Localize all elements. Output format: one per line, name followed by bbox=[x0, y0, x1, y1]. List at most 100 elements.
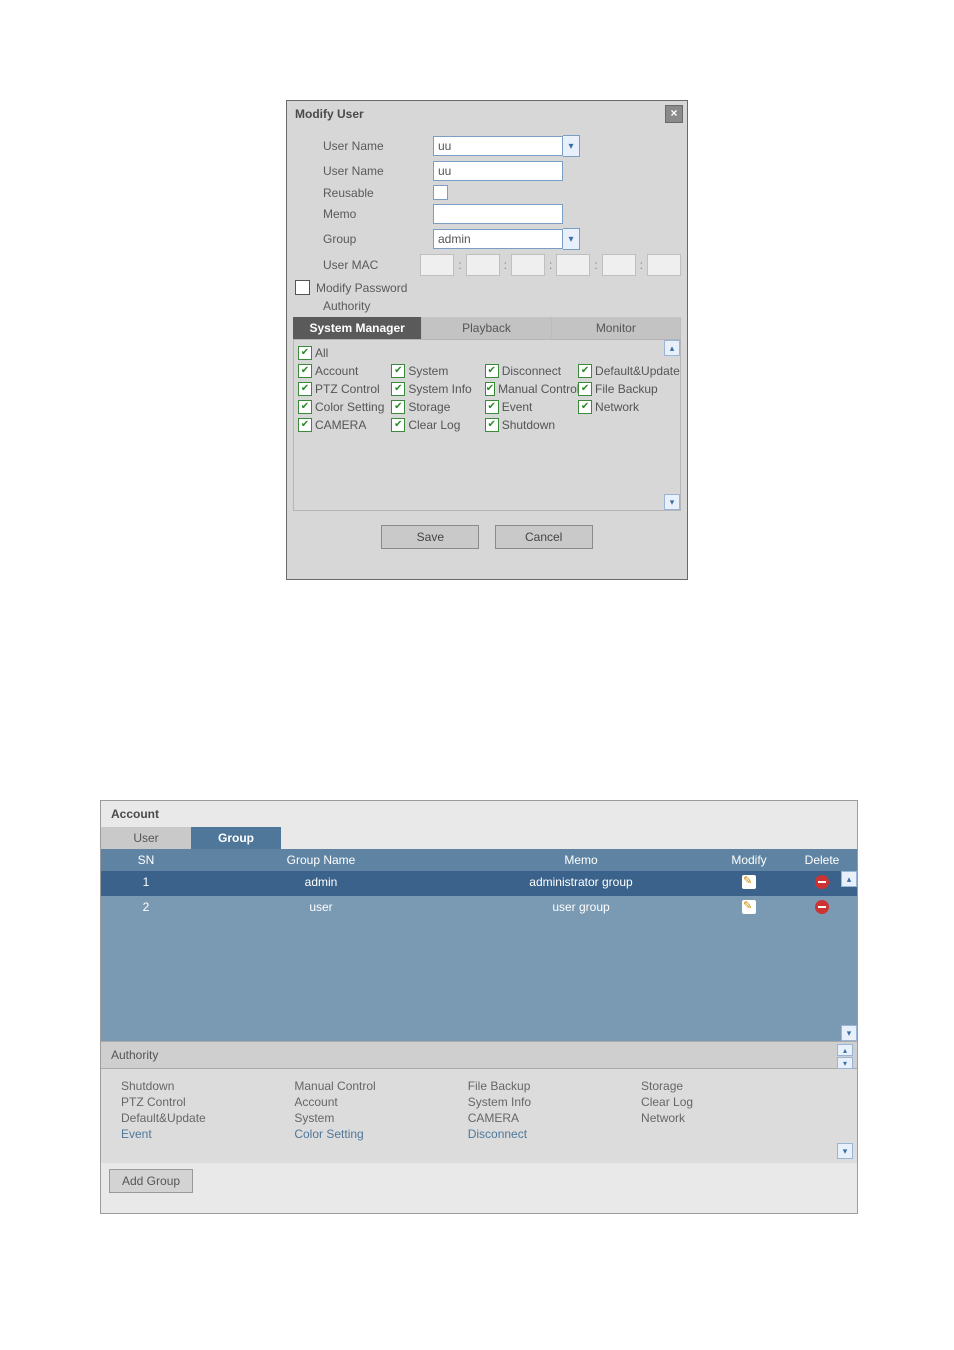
auth-item: Disconnect bbox=[468, 1127, 638, 1141]
account-tabs: User Group bbox=[101, 827, 857, 849]
scroll-down-icon[interactable]: ▾ bbox=[837, 1143, 853, 1159]
mac-octet-2[interactable] bbox=[466, 254, 500, 276]
check-shutdown[interactable]: ✔Shutdown bbox=[485, 418, 575, 432]
label-memo: Memo bbox=[293, 207, 433, 221]
tab-group[interactable]: Group bbox=[191, 827, 281, 849]
check-system-info[interactable]: ✔System Info bbox=[391, 382, 481, 396]
check-system[interactable]: ✔System bbox=[391, 364, 481, 378]
scroll-down-icon[interactable]: ▾ bbox=[837, 1057, 853, 1069]
authority-checklist: ▴ ▾ ✔All ✔Account ✔System ✔Disconnect ✔D… bbox=[293, 339, 681, 511]
user-name-select[interactable] bbox=[433, 136, 563, 156]
scroll-down-icon[interactable]: ▾ bbox=[664, 494, 680, 510]
label-authority: Authority bbox=[293, 299, 433, 313]
authority-header: Authority ▴ ▾ bbox=[101, 1041, 857, 1069]
account-panel: Account User Group SN Group Name Memo Mo… bbox=[100, 800, 858, 1214]
cell-sn: 1 bbox=[101, 871, 191, 896]
label-reusable: Reusable bbox=[293, 186, 433, 200]
authority-tabs: System Manager Playback Monitor bbox=[293, 317, 681, 339]
col-group-name: Group Name bbox=[191, 849, 451, 871]
cancel-button[interactable]: Cancel bbox=[495, 525, 593, 549]
check-account[interactable]: ✔Account bbox=[298, 364, 388, 378]
check-ptz[interactable]: ✔PTZ Control bbox=[298, 382, 388, 396]
pencil-icon[interactable] bbox=[742, 900, 756, 914]
auth-item: Manual Control bbox=[294, 1079, 464, 1093]
mac-octet-1[interactable] bbox=[420, 254, 454, 276]
auth-item: Color Setting bbox=[294, 1127, 464, 1141]
tab-monitor[interactable]: Monitor bbox=[552, 317, 681, 339]
mac-octet-6[interactable] bbox=[647, 254, 681, 276]
col-modify: Modify bbox=[711, 849, 787, 871]
mac-sep: : bbox=[636, 258, 647, 272]
check-all[interactable]: ✔All bbox=[298, 346, 388, 360]
tab-system-manager[interactable]: System Manager bbox=[293, 317, 422, 339]
delete-icon[interactable] bbox=[815, 900, 829, 914]
check-clear-log[interactable]: ✔Clear Log bbox=[391, 418, 481, 432]
group-table-header: SN Group Name Memo Modify Delete bbox=[101, 849, 857, 871]
label-user-mac: User MAC bbox=[293, 258, 420, 272]
check-manual-control[interactable]: ✔Manual Control bbox=[485, 382, 575, 396]
scroll-up-icon[interactable]: ▴ bbox=[837, 1044, 853, 1056]
check-disconnect[interactable]: ✔Disconnect bbox=[485, 364, 575, 378]
scroll-up-icon[interactable]: ▴ bbox=[841, 871, 857, 887]
group-select[interactable] bbox=[433, 229, 563, 249]
mac-octet-4[interactable] bbox=[556, 254, 590, 276]
check-camera[interactable]: ✔CAMERA bbox=[298, 418, 388, 432]
save-button[interactable]: Save bbox=[381, 525, 479, 549]
check-color[interactable]: ✔Color Setting bbox=[298, 400, 388, 414]
tab-playback[interactable]: Playback bbox=[422, 317, 551, 339]
panel-title: Account bbox=[101, 801, 857, 827]
cell-name: admin bbox=[191, 871, 451, 896]
auth-item: Clear Log bbox=[641, 1095, 811, 1109]
dialog-title: Modify User bbox=[295, 107, 364, 121]
dialog-titlebar: Modify User × bbox=[287, 101, 687, 127]
check-event[interactable]: ✔Event bbox=[485, 400, 575, 414]
col-memo: Memo bbox=[451, 849, 711, 871]
scroll-up-icon[interactable]: ▴ bbox=[664, 340, 680, 356]
memo-input[interactable] bbox=[433, 204, 563, 224]
mac-octet-3[interactable] bbox=[511, 254, 545, 276]
auth-item: File Backup bbox=[468, 1079, 638, 1093]
label-group: Group bbox=[293, 232, 433, 246]
auth-item: Account bbox=[294, 1095, 464, 1109]
auth-item: PTZ Control bbox=[121, 1095, 291, 1109]
chevron-down-icon[interactable]: ▾ bbox=[563, 135, 580, 157]
col-sn: SN bbox=[101, 849, 191, 871]
reusable-checkbox[interactable] bbox=[433, 185, 448, 200]
pencil-icon[interactable] bbox=[742, 875, 756, 889]
mac-sep: : bbox=[454, 258, 465, 272]
table-row[interactable]: 1 admin administrator group bbox=[101, 871, 857, 896]
chevron-down-icon[interactable]: ▾ bbox=[563, 228, 580, 250]
tab-user[interactable]: User bbox=[101, 827, 191, 849]
auth-item: System Info bbox=[468, 1095, 638, 1109]
label-user-name-1: User Name bbox=[293, 139, 433, 153]
cell-name: user bbox=[191, 896, 451, 921]
close-icon[interactable]: × bbox=[665, 105, 683, 123]
table-row[interactable]: 2 user user group bbox=[101, 896, 857, 921]
modify-user-dialog: Modify User × User Name ▾ User Name Reus… bbox=[286, 100, 688, 580]
check-file-backup[interactable]: ✔File Backup bbox=[578, 382, 681, 396]
mac-sep: : bbox=[590, 258, 601, 272]
label-user-name-2: User Name bbox=[293, 164, 433, 178]
auth-item: Shutdown bbox=[121, 1079, 291, 1093]
modify-password-checkbox[interactable] bbox=[295, 280, 310, 295]
add-group-button[interactable]: Add Group bbox=[109, 1169, 193, 1193]
check-default-update[interactable]: ✔Default&Update bbox=[578, 364, 681, 378]
mac-octet-5[interactable] bbox=[602, 254, 636, 276]
authority-list: Shutdown PTZ Control Default&Update Even… bbox=[101, 1069, 857, 1163]
col-delete: Delete bbox=[787, 849, 857, 871]
mac-sep: : bbox=[545, 258, 556, 272]
user-name-input[interactable] bbox=[433, 161, 563, 181]
dialog-body: User Name ▾ User Name Reusable Memo Grou… bbox=[287, 127, 687, 579]
auth-item: Storage bbox=[641, 1079, 811, 1093]
mac-sep: : bbox=[500, 258, 511, 272]
label-modify-password: Modify Password bbox=[310, 281, 407, 295]
check-network[interactable]: ✔Network bbox=[578, 400, 681, 414]
cell-memo: user group bbox=[451, 896, 711, 921]
auth-item: CAMERA bbox=[468, 1111, 638, 1125]
group-table-body: ▴ ▾ 1 admin administrator group 2 user u… bbox=[101, 871, 857, 1041]
auth-item: Event bbox=[121, 1127, 291, 1141]
delete-icon[interactable] bbox=[815, 875, 829, 889]
cell-memo: administrator group bbox=[451, 871, 711, 896]
check-storage[interactable]: ✔Storage bbox=[391, 400, 481, 414]
scroll-down-icon[interactable]: ▾ bbox=[841, 1025, 857, 1041]
